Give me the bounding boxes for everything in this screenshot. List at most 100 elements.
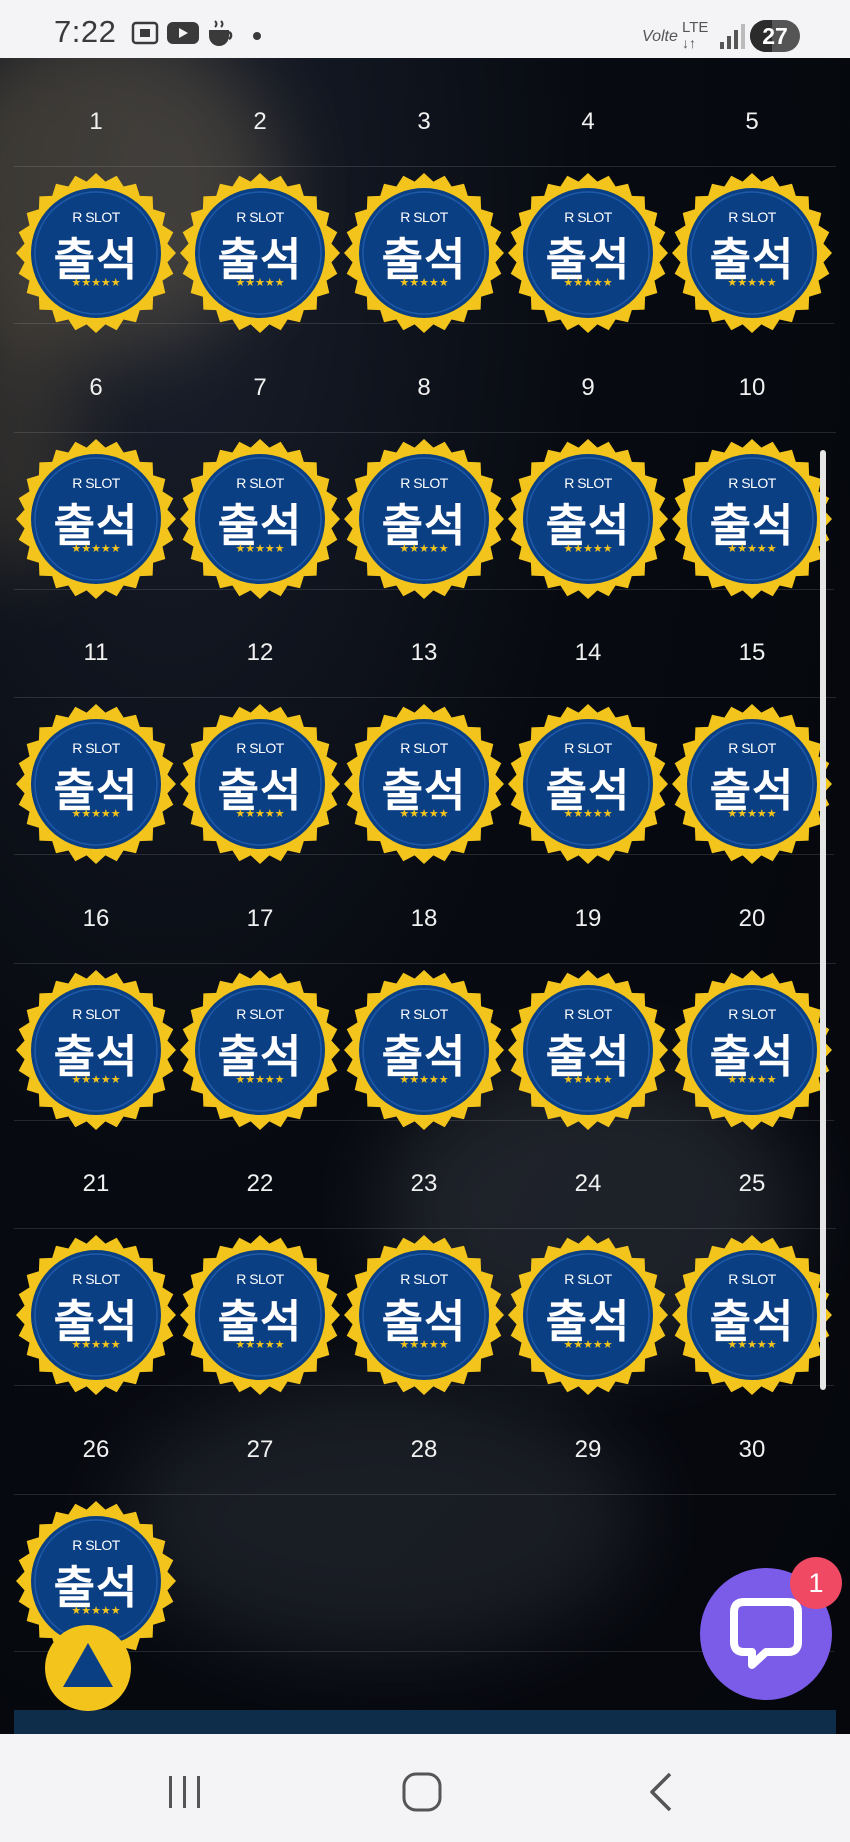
stamp-stars: ★★★★★ [563, 276, 613, 289]
attendance-stamp: R SLOT 출석 ★★★★★ [344, 704, 504, 864]
stamp-stars: ★★★★★ [727, 276, 777, 289]
day-number: 18 [410, 904, 438, 932]
day-cell[interactable]: R SLOT 출석 ★★★★★ [14, 697, 178, 864]
system-nav-bar [0, 1734, 850, 1842]
day-cell[interactable]: R SLOT 출석 ★★★★★ [670, 432, 834, 599]
day-number: 9 [581, 373, 595, 401]
day-number: 19 [574, 904, 602, 932]
day-cell[interactable] [506, 1494, 670, 1652]
attendance-stamp: R SLOT 출석 ★★★★★ [180, 438, 340, 599]
battery-level: 27 [762, 23, 788, 49]
attendance-page[interactable]: 12345R SLOT 출석 ★★★★★ R SLOT 출석 ★★★★★ R SLOT 출석 ★… [0, 58, 850, 1734]
day-cell[interactable]: R SLOT 출석 ★★★★★ [670, 1228, 834, 1395]
day-cell[interactable]: R SLOT 출석 ★★★★★ [670, 697, 834, 864]
calendar-week-row: 11 12 13 14 15 R SLOT 출석 ★★★★★ R SLOT 출석 ★★★★★ R SL… [14, 589, 836, 864]
day-cell[interactable]: R SLOT 출석 ★★★★★ [506, 166, 670, 333]
day-number: 3 [417, 108, 431, 135]
day-cell[interactable]: R SLOT 출석 ★★★★★ [178, 697, 342, 864]
day-number: 26 [82, 1435, 110, 1463]
back-button[interactable] [632, 1762, 692, 1822]
day-cell[interactable]: R SLOT 출석 ★★★★★ [14, 432, 178, 599]
day-number: 17 [246, 904, 274, 932]
stamp-stars: ★★★★★ [235, 276, 285, 289]
day-cell[interactable]: R SLOT 출석 ★★★★★ [506, 1228, 670, 1395]
stamp-stars: ★★★★★ [71, 1072, 121, 1086]
day-number: 23 [410, 1170, 438, 1197]
attendance-stamp: R SLOT 출석 ★★★★★ [344, 1235, 504, 1395]
day-cell[interactable]: R SLOT 출석 ★★★★★ [178, 1228, 342, 1395]
attendance-stamp: R SLOT 출석 ★★★★★ [16, 1235, 176, 1395]
attendance-stamp: R SLOT 출석 ★★★★★ [180, 173, 340, 333]
day-number: 5 [745, 108, 759, 135]
home-icon [402, 1772, 442, 1812]
day-cell[interactable]: R SLOT 출석 ★★★★★ [506, 697, 670, 864]
day-cell[interactable]: R SLOT 출석 ★★★★★ [342, 697, 506, 864]
recent-apps-icon [169, 1776, 200, 1808]
day-number: 4 [581, 108, 595, 135]
day-number: 22 [246, 1170, 274, 1197]
day-cell[interactable]: R SLOT 출석 ★★★★★ [506, 963, 670, 1130]
attendance-stamp: R SLOT 출석 ★★★★★ [672, 173, 832, 333]
day-cell[interactable]: R SLOT 출석 ★★★★★ [342, 1228, 506, 1395]
status-bar: 7:22 Volte LTE ↓↑ 27 [0, 0, 850, 58]
attendance-stamp: R SLOT 출석 ★★★★★ [508, 704, 668, 864]
stamp-stars: ★★★★★ [235, 1338, 285, 1351]
attendance-stamp: R SLOT 출석 ★★★★★ [508, 1235, 668, 1395]
stamp-stars: ★★★★★ [563, 1072, 613, 1086]
day-cell[interactable]: R SLOT 출석 ★★★★★ [342, 963, 506, 1130]
stamp-stars: ★★★★★ [71, 276, 121, 289]
stamp-stars: ★★★★★ [563, 807, 613, 820]
attendance-calendar: 12345R SLOT 출석 ★★★★★ R SLOT 출석 ★★★★★ R SLOT 출석 ★… [14, 58, 836, 1661]
triangle-up-icon [63, 1643, 113, 1687]
day-cell[interactable]: R SLOT 출석 ★★★★★ [506, 432, 670, 599]
calendar-week-row: 12345R SLOT 출석 ★★★★★ R SLOT 출석 ★★★★★ R SLOT 출석 ★… [14, 58, 836, 333]
youtube-icon [166, 18, 200, 53]
day-number: 6 [89, 373, 103, 401]
recent-apps-button[interactable] [155, 1762, 215, 1822]
attendance-stamp: R SLOT 출석 ★★★★★ [180, 704, 340, 864]
calendar-week-row: 6 7 8 9 10 R SLOT 출석 ★★★★★ R SLOT 출석 ★★★★★ R SLOT 출석… [14, 324, 836, 599]
attendance-stamp: R SLOT 출석 ★★★★★ [16, 438, 176, 599]
day-number: 14 [574, 639, 602, 666]
calendar-week-row: 21 22 23 24 25 R SLOT 출석 ★★★★★ R SLOT 출석 ★★★★★ R SL… [14, 1120, 836, 1395]
screenshot-icon [130, 18, 160, 53]
day-cell[interactable] [342, 1494, 506, 1652]
week-day-numbers: 1 2 3 4 5 [14, 58, 836, 167]
day-cell[interactable]: R SLOT 출석 ★★★★★ [342, 166, 506, 333]
stamp-stars: ★★★★★ [235, 541, 285, 555]
stamp-stars: ★★★★★ [727, 807, 777, 820]
home-button[interactable] [392, 1762, 452, 1822]
day-number: 24 [574, 1170, 602, 1197]
attendance-stamp: R SLOT 출석 ★★★★★ [508, 173, 668, 333]
day-cell[interactable]: R SLOT 출석 ★★★★★ [178, 963, 342, 1130]
day-cell[interactable]: R SLOT 출석 ★★★★★ [342, 432, 506, 599]
attendance-stamp: R SLOT 출석 ★★★★★ [16, 969, 176, 1130]
day-cell[interactable]: R SLOT 출석 ★★★★★ [178, 432, 342, 599]
signal-icon [718, 22, 746, 55]
day-cell[interactable] [178, 1494, 342, 1652]
attendance-stamp: R SLOT 출석 ★★★★★ [508, 969, 668, 1130]
stamp-stars: ★★★★★ [399, 807, 449, 820]
attendance-stamp: R SLOT 출석 ★★★★★ [672, 969, 832, 1130]
day-number: 13 [410, 639, 438, 666]
attendance-stamp: R SLOT 출석 ★★★★★ [16, 704, 176, 864]
day-number: 25 [738, 1170, 766, 1197]
attendance-stamp: R SLOT 출석 ★★★★★ [344, 438, 504, 599]
scrollbar[interactable] [820, 450, 826, 1390]
stamp-stars: ★★★★★ [71, 1338, 121, 1351]
day-cell[interactable]: R SLOT 출석 ★★★★★ [178, 166, 342, 333]
day-number: 28 [410, 1435, 438, 1463]
stamp-stars: ★★★★★ [727, 1072, 777, 1086]
day-cell[interactable]: R SLOT 출석 ★★★★★ [14, 1228, 178, 1395]
day-cell[interactable]: R SLOT 출석 ★★★★★ [670, 963, 834, 1130]
day-number: 7 [253, 373, 267, 401]
attendance-stamp: R SLOT 출석 ★★★★★ [672, 438, 832, 599]
attendance-stamp: R SLOT 출석 ★★★★★ [180, 1235, 340, 1395]
day-number: 15 [738, 639, 766, 666]
scroll-top-button[interactable] [45, 1625, 131, 1711]
week-day-numbers: 16 17 18 19 20 [14, 855, 836, 964]
stamp-stars: ★★★★★ [235, 1072, 285, 1086]
day-cell[interactable]: R SLOT 출석 ★★★★★ [14, 166, 178, 333]
day-cell[interactable]: R SLOT 출석 ★★★★★ [14, 963, 178, 1130]
day-cell[interactable]: R SLOT 출석 ★★★★★ [670, 166, 834, 333]
